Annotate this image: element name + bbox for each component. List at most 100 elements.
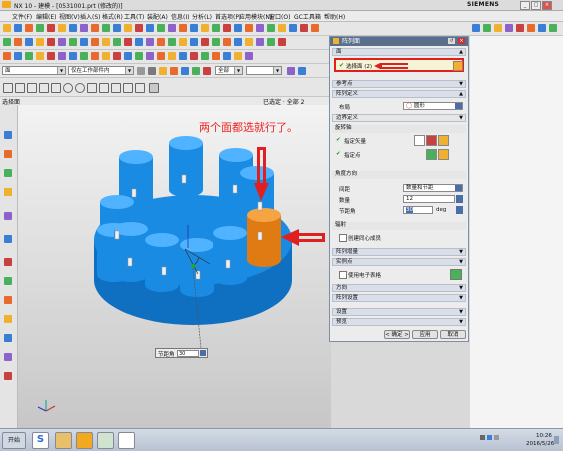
- spreadsheet-checkbox[interactable]: [339, 271, 347, 279]
- shell-icon[interactable]: [212, 24, 220, 32]
- view-right-icon[interactable]: [494, 24, 502, 32]
- reset-icon[interactable]: ↺: [448, 38, 455, 44]
- extrude-icon[interactable]: [25, 24, 33, 32]
- quadrant-icon[interactable]: [75, 83, 85, 93]
- subtract-icon[interactable]: [146, 24, 154, 32]
- spacing-select[interactable]: 数量和节距: [403, 184, 463, 192]
- vector-dialog-icon[interactable]: [426, 135, 437, 146]
- graphics-window[interactable]: 两个面都选就行了。 节距角 30: [18, 105, 331, 428]
- menu-view[interactable]: 视图(V): [59, 12, 80, 21]
- menu-help[interactable]: 帮助(H): [324, 12, 345, 21]
- menu-format[interactable]: 格式(R): [102, 12, 123, 21]
- groove-icon[interactable]: [102, 24, 110, 32]
- system-materials-icon[interactable]: [4, 277, 12, 285]
- roles-icon[interactable]: [4, 334, 12, 342]
- view-top-icon[interactable]: [483, 24, 491, 32]
- replace-face-icon[interactable]: [300, 24, 308, 32]
- print-icon[interactable]: [4, 372, 12, 380]
- trim-body-icon[interactable]: [168, 24, 176, 32]
- section-preview[interactable]: 预览 ▼: [332, 318, 466, 326]
- delete-icon[interactable]: [201, 38, 209, 46]
- spinner-icon[interactable]: [456, 195, 463, 203]
- synchronous-icon[interactable]: [146, 52, 154, 60]
- control-point-icon[interactable]: [39, 83, 49, 93]
- part-navigator-icon[interactable]: [4, 169, 12, 177]
- sogou-icon[interactable]: S: [32, 432, 49, 449]
- thicken-icon[interactable]: [267, 24, 275, 32]
- rib-icon[interactable]: [113, 24, 121, 32]
- nx-app-icon[interactable]: [76, 432, 93, 449]
- type-filter-select[interactable]: 面 ▼: [2, 66, 66, 75]
- section-instance-point[interactable]: 实例点 ▼: [332, 258, 466, 266]
- point-on-curve-icon[interactable]: [99, 83, 109, 93]
- offset-curve-icon[interactable]: [14, 52, 22, 60]
- select-all-icon[interactable]: [159, 67, 167, 75]
- section-settings[interactable]: 设置 ▼: [332, 308, 466, 316]
- reset-filter-icon[interactable]: [148, 67, 156, 75]
- menu-preferences[interactable]: 首选项(P): [215, 12, 241, 21]
- process-studio-icon[interactable]: [4, 296, 12, 304]
- snap-end-icon[interactable]: [298, 67, 306, 75]
- selected-face[interactable]: [247, 215, 281, 267]
- midpoint-icon[interactable]: [27, 83, 37, 93]
- bridge-curve-icon[interactable]: [58, 52, 66, 60]
- helix-icon[interactable]: [69, 52, 77, 60]
- model-view[interactable]: [18, 105, 331, 428]
- start-button[interactable]: 开始: [2, 432, 26, 449]
- spinner-icon[interactable]: [200, 350, 206, 356]
- sew-icon[interactable]: [278, 24, 286, 32]
- rotate-icon[interactable]: [549, 24, 557, 32]
- arc-icon[interactable]: [58, 38, 66, 46]
- render-style-icon[interactable]: [516, 24, 524, 32]
- system-scene-icon[interactable]: [4, 353, 12, 361]
- explorer-icon[interactable]: [55, 432, 72, 449]
- resize-face-icon[interactable]: [168, 52, 176, 60]
- show-icon[interactable]: [168, 38, 176, 46]
- menu-info[interactable]: 信息(I): [171, 12, 189, 21]
- volume-icon[interactable]: [494, 435, 499, 440]
- snap-settings-icon[interactable]: [149, 83, 159, 93]
- pitch-angle-input[interactable]: 30: [403, 206, 433, 214]
- endpoint-icon[interactable]: [15, 83, 25, 93]
- shell-body-icon[interactable]: [245, 52, 253, 60]
- image-viewer-icon[interactable]: [97, 432, 114, 449]
- tray-icon[interactable]: [480, 435, 485, 440]
- vector-reverse-icon[interactable]: [414, 135, 425, 146]
- arc-center-icon[interactable]: [63, 83, 73, 93]
- offset-icon[interactable]: [256, 24, 264, 32]
- point-on-face-icon[interactable]: [111, 83, 121, 93]
- new-file-icon[interactable]: [3, 24, 11, 32]
- bounded-plane-icon[interactable]: [113, 38, 121, 46]
- spinner-icon[interactable]: [456, 206, 463, 214]
- analysis-icon[interactable]: [135, 52, 143, 60]
- datum-axis-icon[interactable]: [14, 38, 22, 46]
- menu-insert[interactable]: 插入(S): [80, 12, 101, 21]
- layer-icon[interactable]: [146, 38, 154, 46]
- section-reference-point[interactable]: 参考点 ▼: [332, 80, 466, 88]
- maximize-button[interactable]: □: [531, 1, 541, 10]
- text-icon[interactable]: [80, 52, 88, 60]
- vector-type-icon[interactable]: [438, 135, 449, 146]
- view-front-icon[interactable]: [472, 24, 480, 32]
- minimize-button[interactable]: _: [520, 1, 530, 10]
- through-curves-icon[interactable]: [91, 38, 99, 46]
- constraint-navigator-icon[interactable]: [4, 150, 12, 158]
- intersect-icon[interactable]: [157, 24, 165, 32]
- move-face-icon[interactable]: [311, 24, 319, 32]
- tube-icon[interactable]: [124, 24, 132, 32]
- trim-curve-icon[interactable]: [113, 52, 121, 60]
- patch-icon[interactable]: [289, 24, 297, 32]
- swept-icon[interactable]: [102, 38, 110, 46]
- point-icon[interactable]: [36, 38, 44, 46]
- offset-region-icon[interactable]: [179, 52, 187, 60]
- menu-file[interactable]: 文件(F): [12, 12, 32, 21]
- expression-icon[interactable]: [256, 38, 264, 46]
- pocket-icon[interactable]: [69, 24, 77, 32]
- angle-input[interactable]: 30: [177, 350, 199, 357]
- view-iso-icon[interactable]: [505, 24, 513, 32]
- section-face[interactable]: 面 ▲: [332, 48, 466, 56]
- show-desktop-button[interactable]: [554, 436, 559, 444]
- point-dialog-icon[interactable]: [426, 149, 437, 160]
- pull-face-icon[interactable]: [157, 52, 165, 60]
- layout-select[interactable]: ◯ 圆形: [403, 102, 463, 110]
